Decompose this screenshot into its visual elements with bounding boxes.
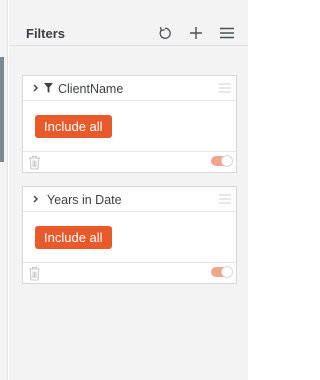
toggle-knob [221,266,233,278]
menu-button[interactable] [219,24,235,42]
filter-card-years-in-date: Years in Date Include all [22,186,237,284]
filter-enable-toggle[interactable] [211,155,233,167]
include-all-button[interactable]: Include all [35,115,112,138]
chevron-right-icon[interactable] [31,193,41,205]
filter-card-footer [23,151,236,172]
filter-card-header: ClientName [23,76,236,101]
filter-field-label: Years in Date [47,193,122,207]
drag-handle-icon[interactable] [219,83,231,93]
trash-icon[interactable] [28,266,41,281]
filter-card-clientname: ClientName Include all [22,75,237,173]
filter-enable-toggle[interactable] [211,266,233,278]
menu-icon [220,27,234,39]
reset-icon [159,27,171,39]
chevron-right-icon[interactable] [31,82,41,94]
filter-field-label: ClientName [58,82,124,96]
trash-icon[interactable] [28,155,41,170]
reset-button[interactable] [157,24,173,42]
plus-icon [190,27,202,39]
panel-title: Filters [26,26,66,41]
left-selection-indicator [0,57,4,162]
filter-card-footer [23,262,236,283]
funnel-icon [44,83,53,93]
toggle-knob [221,155,233,167]
include-all-button[interactable]: Include all [35,226,112,249]
filters-header: Filters [9,0,248,46]
filters-panel: Filters ClientName Include all Years in … [9,0,248,380]
add-filter-button[interactable] [188,24,204,42]
filter-card-header: Years in Date [23,187,236,212]
drag-handle-icon[interactable] [219,194,231,204]
